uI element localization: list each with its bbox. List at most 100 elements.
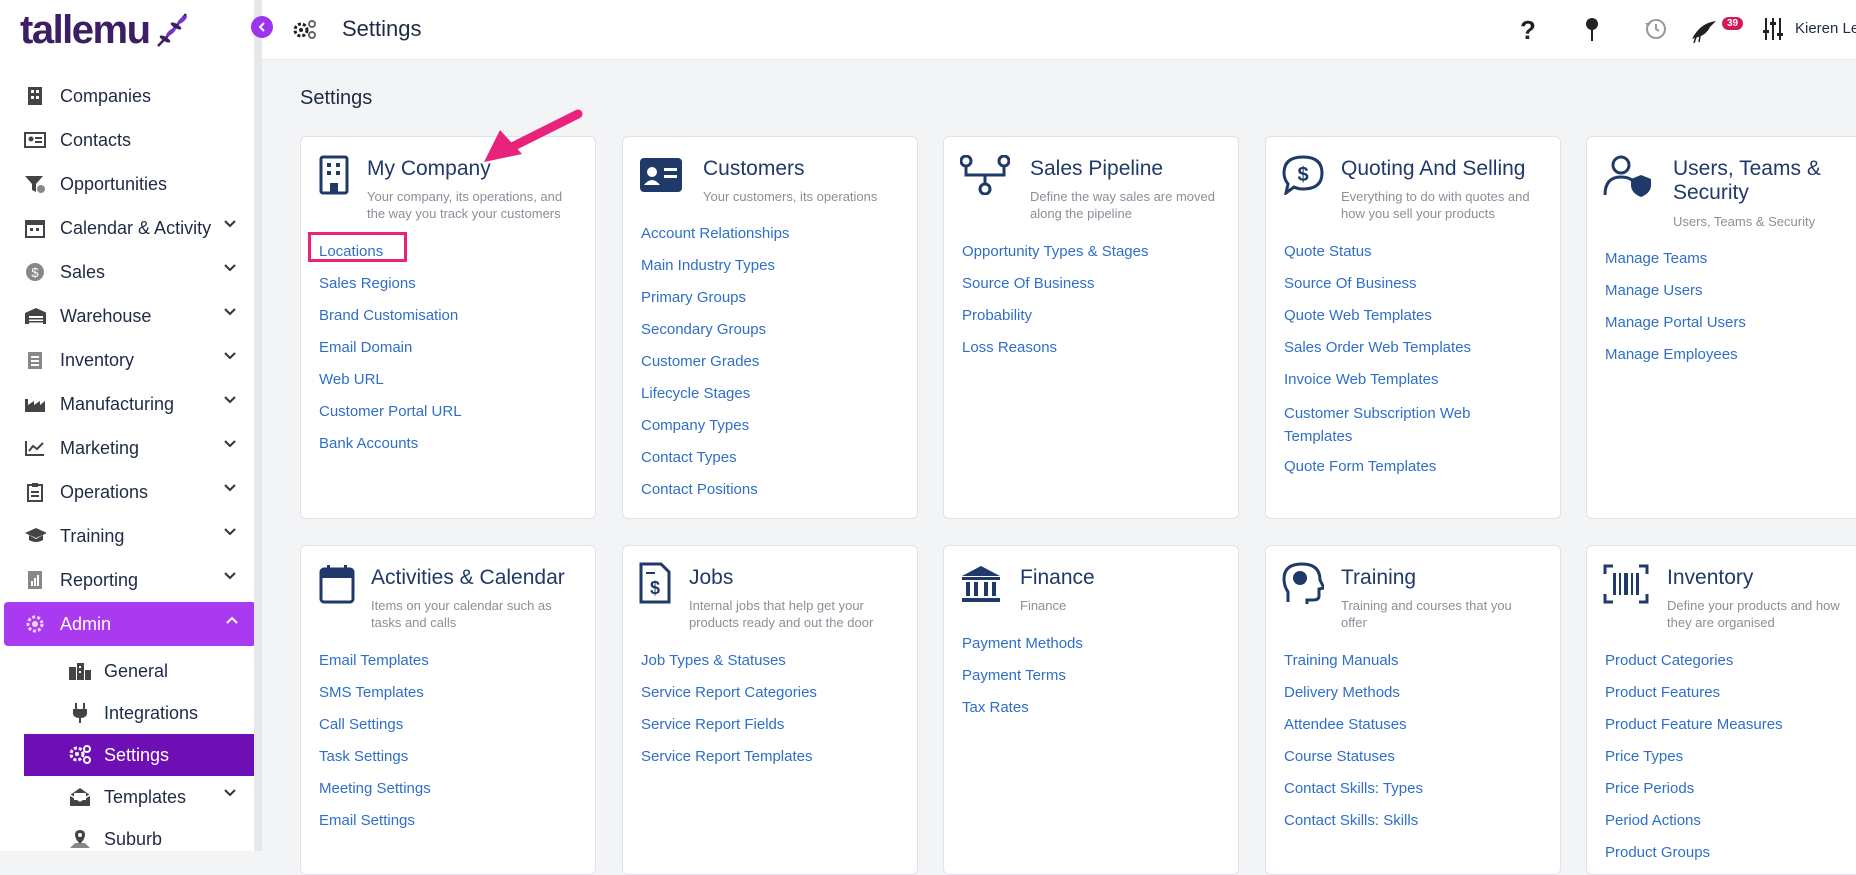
link-source-of-business[interactable]: Source Of Business — [1284, 274, 1471, 306]
link-loss-reasons[interactable]: Loss Reasons — [962, 338, 1149, 370]
sidebar-subitem-general[interactable]: General — [24, 650, 254, 692]
sidebar-item-label: Contacts — [60, 129, 132, 150]
history-icon[interactable] — [1644, 17, 1668, 41]
link-meeting-settings[interactable]: Meeting Settings — [319, 779, 431, 811]
link-price-types[interactable]: Price Types — [1605, 747, 1783, 779]
sidebar-item-label: Sales — [60, 261, 106, 282]
sidebar-subitem-suburb[interactable]: Suburb — [24, 818, 254, 851]
sidebar-subitem-integrations[interactable]: Integrations — [24, 692, 254, 734]
card-links: Product Categories Product Features Prod… — [1605, 651, 1783, 875]
link-manage-employees[interactable]: Manage Employees — [1605, 345, 1746, 377]
card-title: Sales Pipeline — [1030, 157, 1164, 180]
tallemu-logo[interactable]: tallemu — [20, 6, 190, 54]
sidebar-item-inventory[interactable]: Inventory — [0, 338, 254, 382]
collapse-sidebar-button[interactable] — [251, 16, 273, 38]
link-product-categories[interactable]: Product Categories — [1605, 651, 1783, 683]
link-lifecycle-stages[interactable]: Lifecycle Stages — [641, 384, 789, 416]
sidebar-scrollbar[interactable] — [254, 0, 262, 851]
card-description: Define your products and how they are org… — [1667, 598, 1840, 630]
chevron-down-icon — [224, 396, 236, 404]
link-service-report-categories[interactable]: Service Report Categories — [641, 683, 817, 715]
link-main-industry-types[interactable]: Main Industry Types — [641, 256, 789, 288]
link-job-types-statuses[interactable]: Job Types & Statuses — [641, 651, 817, 683]
link-service-report-fields[interactable]: Service Report Fields — [641, 715, 817, 747]
sidebar-item-companies[interactable]: Companies — [0, 74, 254, 118]
link-manage-teams[interactable]: Manage Teams — [1605, 249, 1746, 281]
sidebar-item-manufacturing[interactable]: Manufacturing — [0, 382, 254, 426]
sidebar-item-calendar-activity[interactable]: Calendar & Activity — [0, 206, 254, 250]
card-description: Everything to do with quotes and how you … — [1341, 189, 1530, 221]
link-payment-methods[interactable]: Payment Methods — [962, 634, 1083, 666]
link-manage-portal-users[interactable]: Manage Portal Users — [1605, 313, 1746, 345]
link-account-relationships[interactable]: Account Relationships — [641, 224, 789, 256]
link-bank-accounts[interactable]: Bank Accounts — [319, 434, 462, 466]
bird-notification-icon[interactable] — [1690, 17, 1720, 43]
invoice-dollar-icon: $ — [639, 562, 671, 604]
link-product-features[interactable]: Product Features — [1605, 683, 1783, 715]
help-icon[interactable]: ? — [1518, 17, 1538, 43]
sidebar-item-contacts[interactable]: Contacts — [0, 118, 254, 162]
link-company-types[interactable]: Company Types — [641, 416, 789, 448]
sidebar-subitem-settings[interactable]: Settings — [24, 734, 254, 776]
sidebar-item-reporting[interactable]: Reporting — [0, 558, 254, 602]
link-contact-types[interactable]: Contact Types — [641, 448, 789, 480]
sidebar-item-training[interactable]: Training — [0, 514, 254, 558]
link-invoice-web-templates[interactable]: Invoice Web Templates — [1284, 370, 1471, 402]
link-customer-subscription-web-templates[interactable]: Customer Subscription Web Templates — [1284, 402, 1471, 457]
card-title: Training — [1341, 566, 1417, 589]
link-source-of-business[interactable]: Source Of Business — [962, 274, 1149, 306]
card-customers: Customers Your customers, its operations… — [622, 136, 918, 519]
sidebar-item-admin[interactable]: Admin — [4, 602, 254, 646]
user-name[interactable]: Kieren Le — [1795, 20, 1856, 37]
link-product-groups[interactable]: Product Groups — [1605, 843, 1783, 875]
sidebar-item-marketing[interactable]: Marketing — [0, 426, 254, 470]
link-service-report-templates[interactable]: Service Report Templates — [641, 747, 817, 779]
link-sales-regions[interactable]: Sales Regions — [319, 274, 462, 306]
link-opportunity-types-stages[interactable]: Opportunity Types & Stages — [962, 242, 1149, 274]
link-email-domain[interactable]: Email Domain — [319, 338, 462, 370]
link-delivery-methods[interactable]: Delivery Methods — [1284, 683, 1423, 715]
sidebar-item-opportunities[interactable]: Opportunities — [0, 162, 254, 206]
link-price-periods[interactable]: Price Periods — [1605, 779, 1783, 811]
link-probability[interactable]: Probability — [962, 306, 1149, 338]
link-period-actions[interactable]: Period Actions — [1605, 811, 1783, 843]
gears-icon — [68, 744, 92, 766]
link-task-settings[interactable]: Task Settings — [319, 747, 431, 779]
sidebar-item-operations[interactable]: Operations — [0, 470, 254, 514]
link-brand-customisation[interactable]: Brand Customisation — [319, 306, 462, 338]
sidebar-subitem-templates[interactable]: Templates — [24, 776, 254, 818]
link-contact-skills-skills[interactable]: Contact Skills: Skills — [1284, 811, 1423, 843]
logo-text: tallemu — [20, 7, 151, 52]
sidebar-subitem-label: General — [104, 660, 169, 681]
link-quote-web-templates[interactable]: Quote Web Templates — [1284, 306, 1471, 338]
link-primary-groups[interactable]: Primary Groups — [641, 288, 789, 320]
link-manage-users[interactable]: Manage Users — [1605, 281, 1746, 313]
link-attendee-statuses[interactable]: Attendee Statuses — [1284, 715, 1423, 747]
link-email-settings[interactable]: Email Settings — [319, 811, 431, 843]
link-web-url[interactable]: Web URL — [319, 370, 462, 402]
sidebar-item-warehouse[interactable]: Warehouse — [0, 294, 254, 338]
link-customer-grades[interactable]: Customer Grades — [641, 352, 789, 384]
link-secondary-groups[interactable]: Secondary Groups — [641, 320, 789, 352]
leaf-branch-icon — [156, 13, 187, 47]
link-contact-positions[interactable]: Contact Positions — [641, 480, 789, 512]
link-call-settings[interactable]: Call Settings — [319, 715, 431, 747]
pin-icon[interactable] — [1584, 17, 1600, 43]
card-description: Define the way sales are moved along the … — [1030, 189, 1215, 221]
card-links: Payment Methods Payment Terms Tax Rates — [962, 634, 1083, 730]
link-quote-status[interactable]: Quote Status — [1284, 242, 1471, 274]
graduation-cap-icon — [24, 525, 46, 547]
link-quote-form-templates[interactable]: Quote Form Templates — [1284, 457, 1471, 489]
link-payment-terms[interactable]: Payment Terms — [962, 666, 1083, 698]
link-customer-portal-url[interactable]: Customer Portal URL — [319, 402, 462, 434]
sidebar-item-sales[interactable]: $ Sales — [0, 250, 254, 294]
filter-sliders-icon[interactable] — [1762, 17, 1784, 41]
link-email-templates[interactable]: Email Templates — [319, 651, 431, 683]
link-course-statuses[interactable]: Course Statuses — [1284, 747, 1423, 779]
link-tax-rates[interactable]: Tax Rates — [962, 698, 1083, 730]
link-contact-skills-types[interactable]: Contact Skills: Types — [1284, 779, 1423, 811]
link-product-feature-measures[interactable]: Product Feature Measures — [1605, 715, 1783, 747]
link-training-manuals[interactable]: Training Manuals — [1284, 651, 1423, 683]
link-sms-templates[interactable]: SMS Templates — [319, 683, 431, 715]
link-sales-order-web-templates[interactable]: Sales Order Web Templates — [1284, 338, 1471, 370]
